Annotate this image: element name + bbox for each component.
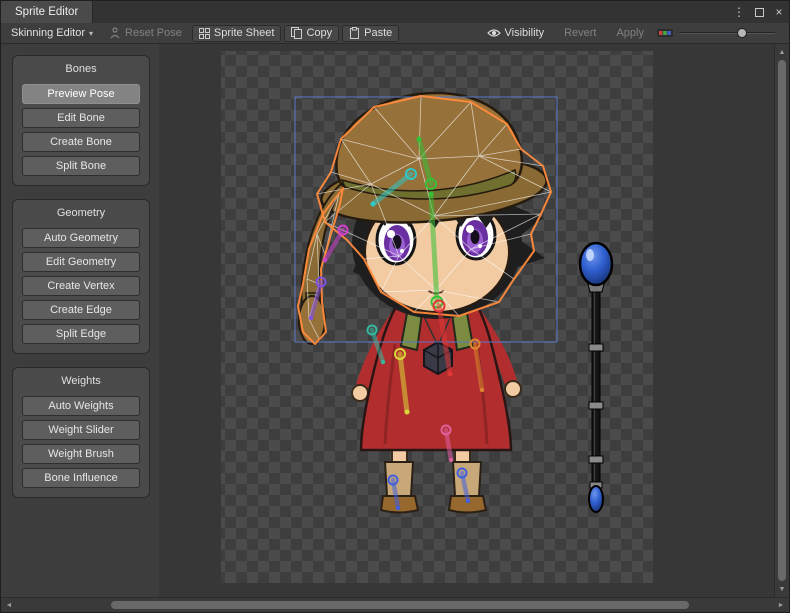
zoom-slider[interactable]: [679, 25, 775, 41]
split-bone-button[interactable]: Split Bone: [22, 156, 140, 176]
scroll-down-icon[interactable]: ▼: [775, 582, 789, 596]
weight-brush-button[interactable]: Weight Brush: [22, 444, 140, 464]
paste-button[interactable]: Paste: [342, 25, 399, 42]
edit-geometry-button[interactable]: Edit Geometry: [22, 252, 140, 272]
copy-icon: [291, 27, 302, 39]
visibility-button[interactable]: Visibility: [480, 25, 552, 42]
apply-button[interactable]: Apply: [609, 25, 651, 42]
split-edge-button[interactable]: Split Edge: [22, 324, 140, 344]
eye-icon: [487, 28, 501, 38]
create-bone-button[interactable]: Create Bone: [22, 132, 140, 152]
auto-geometry-button[interactable]: Auto Geometry: [22, 228, 140, 248]
chevron-down-icon: ▾: [89, 29, 93, 38]
revert-button[interactable]: Revert: [557, 25, 603, 42]
sprite-sheet-button[interactable]: Sprite Sheet: [192, 25, 282, 42]
geometry-panel: Geometry Auto Geometry Edit Geometry Cre…: [12, 199, 150, 354]
zoom-slider-knob[interactable]: [737, 28, 747, 38]
sprite-editor-window: Sprite Editor ⋮ × Skinning Editor ▾ Rese…: [0, 0, 790, 613]
bone-influence-button[interactable]: Bone Influence: [22, 468, 140, 488]
scroll-right-icon[interactable]: ►: [774, 598, 788, 612]
main-content: Bones Preview Pose Edit Bone Create Bone…: [1, 44, 789, 597]
scroll-left-icon[interactable]: ◄: [2, 598, 16, 612]
titlebar: Sprite Editor ⋮ ×: [1, 1, 789, 23]
tab-title: Sprite Editor: [15, 6, 78, 18]
skinning-canvas[interactable]: [159, 44, 774, 597]
toolbar: Skinning Editor ▾ Reset Pose Sprite Shee…: [1, 23, 789, 44]
zoom-slider-track: [679, 32, 775, 34]
horizontal-scrollbar[interactable]: ◄ ►: [1, 597, 789, 612]
copy-button[interactable]: Copy: [284, 25, 339, 42]
weights-panel: Weights Auto Weights Weight Slider Weigh…: [12, 367, 150, 498]
rgb-channels-icon[interactable]: [657, 27, 673, 39]
window-menu-icon[interactable]: ⋮: [729, 1, 749, 23]
vertical-scroll-thumb[interactable]: [778, 60, 786, 581]
weights-panel-title: Weights: [22, 373, 140, 392]
reset-pose-icon: [109, 27, 121, 39]
weight-slider-button[interactable]: Weight Slider: [22, 420, 140, 440]
edit-bone-button[interactable]: Edit Bone: [22, 108, 140, 128]
preview-pose-button[interactable]: Preview Pose: [22, 84, 140, 104]
create-vertex-button[interactable]: Create Vertex: [22, 276, 140, 296]
window-close-icon[interactable]: ×: [769, 1, 789, 23]
tab-sprite-editor[interactable]: Sprite Editor: [1, 1, 93, 23]
bones-panel-title: Bones: [22, 61, 140, 80]
skinning-editor-label: Skinning Editor: [11, 27, 85, 39]
auto-weights-button[interactable]: Auto Weights: [22, 396, 140, 416]
vertical-scrollbar[interactable]: ▲ ▼: [774, 44, 789, 597]
scroll-up-icon[interactable]: ▲: [775, 45, 789, 59]
paste-icon: [349, 27, 360, 39]
horizontal-scroll-thumb[interactable]: [111, 601, 689, 609]
titlebar-spacer: [93, 1, 729, 23]
skinning-tool-sidebar: Bones Preview Pose Edit Bone Create Bone…: [1, 44, 159, 597]
geometry-panel-title: Geometry: [22, 205, 140, 224]
sprite-sheet-icon: [199, 28, 210, 39]
reset-pose-button[interactable]: Reset Pose: [102, 25, 189, 42]
skinning-editor-dropdown[interactable]: Skinning Editor ▾: [5, 25, 99, 42]
bones-panel: Bones Preview Pose Edit Bone Create Bone…: [12, 55, 150, 186]
create-edge-button[interactable]: Create Edge: [22, 300, 140, 320]
window-maximize-icon[interactable]: [749, 1, 769, 23]
